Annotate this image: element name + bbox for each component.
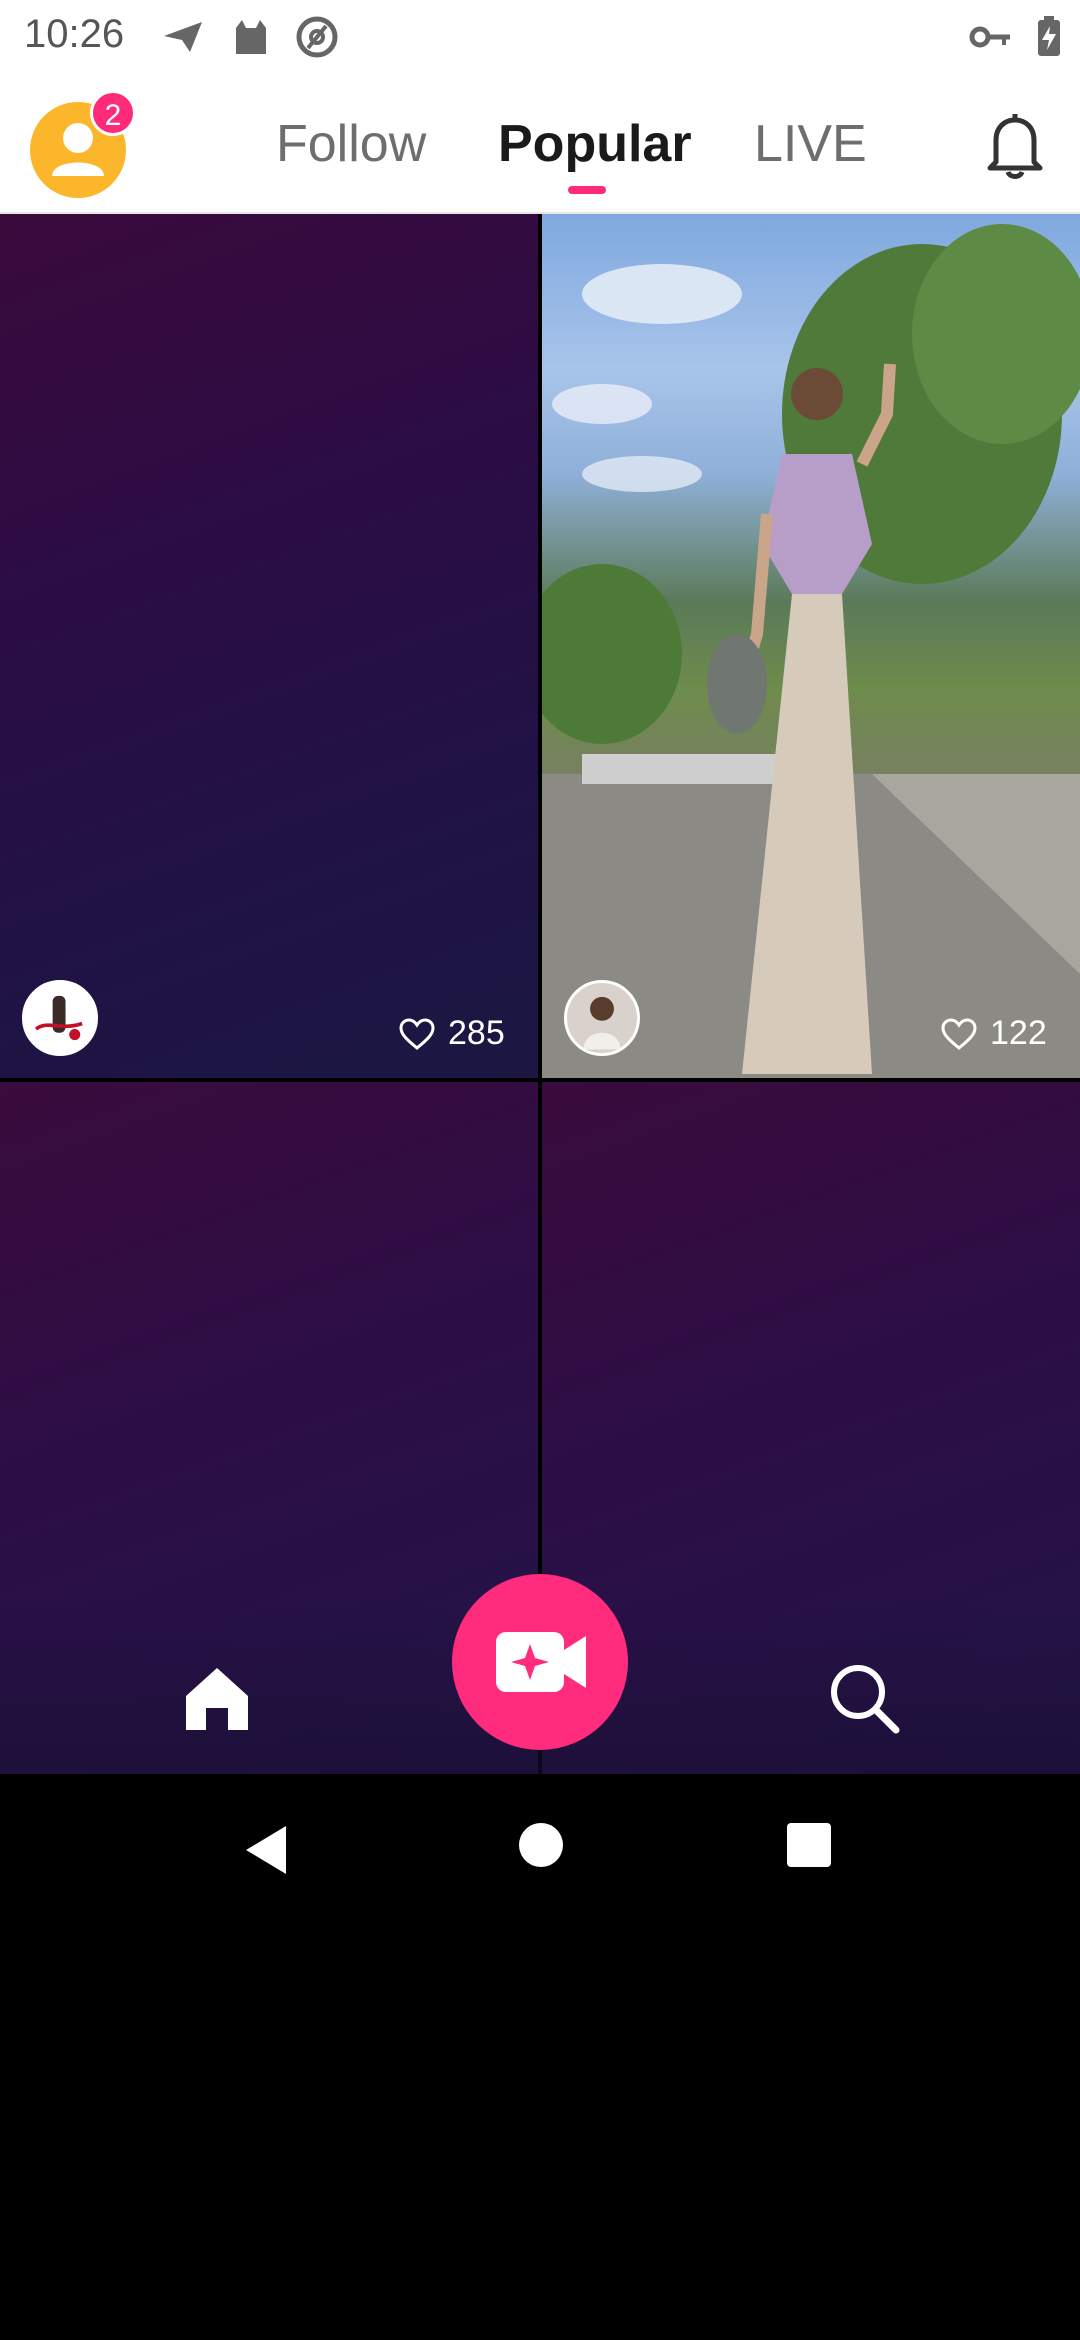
- like-count-text: 285: [448, 1014, 505, 1052]
- bell-icon[interactable]: [982, 110, 1048, 180]
- creator-avatar[interactable]: [564, 980, 640, 1056]
- like-count: 122: [940, 1014, 1047, 1053]
- video-tile[interactable]: 122: [542, 214, 1080, 1078]
- recents-icon[interactable]: [786, 1822, 832, 1868]
- tab-popular[interactable]: Popular: [498, 114, 692, 174]
- tab-follow[interactable]: Follow: [276, 114, 426, 174]
- record-video-button[interactable]: [452, 1574, 628, 1750]
- video-tile[interactable]: 285: [0, 214, 538, 1078]
- active-tab-indicator: [568, 186, 606, 194]
- system-nav-bar: [0, 1774, 1080, 1924]
- screen-bottom-area: [0, 1924, 1080, 2340]
- status-bar: 10:26: [0, 0, 1080, 72]
- like-count: 285: [398, 1014, 505, 1053]
- status-time: 10:26: [24, 12, 125, 56]
- paper-plane-icon: [164, 22, 202, 52]
- home-icon[interactable]: [182, 1664, 252, 1732]
- heart-icon: [399, 1017, 435, 1050]
- battery-charging-icon: [1038, 16, 1060, 56]
- video-feed-grid: 285 122: [0, 214, 1080, 1774]
- notification-count-badge: 2: [90, 90, 136, 136]
- video-camera-icon: [496, 1632, 586, 1692]
- key-icon: [969, 26, 1010, 48]
- at-sign-icon: [296, 16, 338, 58]
- creator-avatar[interactable]: [22, 980, 98, 1056]
- back-icon[interactable]: [240, 1822, 292, 1878]
- search-icon[interactable]: [828, 1662, 900, 1734]
- video-thumbnail: [542, 224, 1080, 1078]
- heart-icon: [941, 1017, 977, 1050]
- cat-icon: [236, 20, 266, 54]
- home-circle-icon[interactable]: [518, 1822, 564, 1868]
- top-nav: 2 Follow Popular LIVE: [0, 72, 1080, 214]
- tab-live[interactable]: LIVE: [754, 114, 867, 174]
- like-count-text: 122: [990, 1014, 1047, 1052]
